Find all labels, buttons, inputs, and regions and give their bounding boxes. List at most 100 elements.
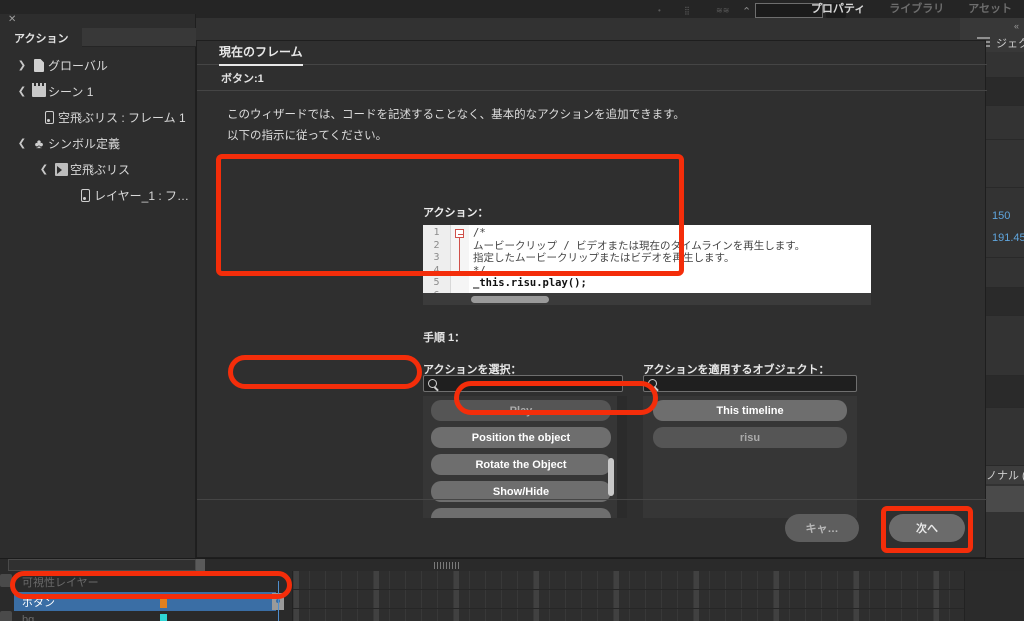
panel-row [986, 258, 1024, 288]
toolbar-wave-icon[interactable]: ≋≋ [716, 7, 729, 15]
search-icon [428, 379, 437, 388]
clover-icon: ♣ [34, 135, 44, 151]
timeline-row-label: bg [22, 613, 35, 621]
description-line-2: 以下の指示に従ってください。 [227, 130, 388, 142]
panel-row [986, 376, 1024, 408]
timeline-layer-list: 可視性レイヤー ボタン bg [0, 559, 292, 621]
tab-properties[interactable]: プロパティ [799, 0, 877, 18]
description-line-1: このウィザードでは、コードを記述することなく、基本的なアクションを追加できます。 [227, 109, 685, 121]
tab-asset[interactable]: アセット [956, 0, 1024, 18]
tree-item-label: シンボル定義 [48, 136, 121, 151]
timeline-row-label: 可視性レイヤー [22, 576, 99, 589]
scene-film-icon [30, 82, 48, 97]
line-number: 2 [433, 239, 440, 251]
code-line: ムービークリップ / ビデオまたは現在のタイムラインを再生します。 [473, 239, 806, 252]
panel-row [986, 78, 1024, 106]
scrollbar-thumb[interactable] [471, 296, 549, 303]
action-search-field[interactable] [423, 375, 623, 392]
chevron-right-icon[interactable]: ❯ [14, 60, 30, 71]
dialog-footer: キャ… 次へ [197, 499, 987, 557]
list-item[interactable]: Rotate the Object [431, 454, 611, 475]
scrollbar-thumb[interactable] [608, 458, 614, 496]
tree-item-symbol[interactable]: ❮ 空飛ぶリス [14, 156, 196, 182]
fold-collapse-icon[interactable] [455, 229, 464, 238]
chevron-down-icon[interactable]: ❮ [36, 164, 52, 175]
app-window: • ⣿ ≋≋ ⌃ プロパティ ライブラリ アセット « ジェク 150 191.… [0, 0, 1024, 621]
action-code-editor[interactable]: 1 2 3 4 5 6 /* ムービークリップ / ビデオまたは現在のタイムライ… [423, 225, 871, 305]
panel-value[interactable]: 150 [992, 210, 1010, 222]
toolbar-shape-icon[interactable]: ⣿ [684, 7, 690, 15]
timeline-name-knob[interactable] [196, 559, 205, 571]
panel-section-body [986, 486, 1024, 512]
panel-row [986, 316, 1024, 376]
tree-item-label: 空飛ぶリス : フレーム 1 [58, 110, 186, 125]
top-tab-bar: プロパティ ライブラリ アセット [799, 0, 1024, 18]
timeline-row[interactable]: 可視性レイヤー [14, 572, 276, 591]
chevron-down-icon[interactable]: ❮ [14, 86, 30, 97]
list-item[interactable]: risu [653, 427, 847, 448]
timeline-frame-grid[interactable] [292, 571, 965, 621]
chevron-double-left-icon[interactable]: « [1014, 21, 1019, 31]
close-icon[interactable]: ✕ [8, 15, 16, 25]
line-number: 1 [433, 227, 440, 238]
code-horizontal-scrollbar[interactable] [423, 293, 871, 305]
keyframe-marker[interactable] [160, 614, 167, 621]
timeline-row[interactable]: bg [14, 610, 276, 621]
symbol-icon [52, 162, 70, 176]
list-item[interactable]: This timeline [653, 400, 847, 421]
actions-panel: ✕ アクション ❯ グローバル ❮ シーン 1 空飛ぶリス : フレーム 1 ❮… [0, 14, 196, 559]
next-button[interactable]: 次へ [889, 514, 965, 542]
timeline-name-field[interactable] [8, 559, 196, 571]
code-line: /* [473, 227, 486, 239]
object-search-input[interactable] [657, 377, 856, 390]
panel-row [986, 140, 1024, 188]
timeline-grid-tail [964, 571, 1024, 621]
dialog-subheader: ボタン:1 [197, 66, 987, 91]
frame-icon [40, 110, 58, 124]
dialog-description: このウィザードでは、コードを記述することなく、基本的なアクションを追加できます。… [227, 105, 957, 147]
action-code-label: アクション： [423, 207, 489, 219]
layer-type-icon [0, 574, 12, 587]
chevron-up-icon[interactable]: ⌃ [742, 5, 751, 18]
panel-value[interactable]: 191.45 [992, 232, 1024, 244]
action-search-input[interactable] [437, 377, 622, 390]
list-item[interactable]: Play [431, 400, 611, 421]
tree-item-label: 空飛ぶリス [70, 162, 131, 177]
tree-item-label: グローバル [48, 58, 108, 73]
object-search-field[interactable] [643, 375, 857, 392]
cancel-button[interactable]: キャ… [785, 514, 859, 542]
tree-item-scene[interactable]: ❮ シーン 1 [14, 78, 196, 104]
action-wizard-dialog: 現在のフレーム ボタン:1 このウィザードでは、コードを記述することなく、基本的… [196, 40, 987, 558]
tree-item-frame[interactable]: 空飛ぶリス : フレーム 1 [14, 104, 196, 130]
tab-current-frame[interactable]: 現在のフレーム [219, 43, 303, 66]
fold-range-line [459, 238, 465, 272]
timeline-playhead[interactable] [278, 581, 279, 621]
timeline-row[interactable]: ボタン [14, 592, 276, 611]
tree-item-label: シーン 1 [48, 84, 94, 99]
dialog-tab-bar: 現在のフレーム [197, 41, 987, 66]
keyframe-marker[interactable] [160, 594, 167, 608]
toolbar-dot-icon[interactable]: • [658, 7, 661, 15]
search-icon [648, 379, 657, 388]
code-line: _this.risu.play(); [473, 277, 587, 289]
line-number: 4 [433, 264, 440, 276]
layer-type-icon [0, 611, 12, 621]
panel-row [986, 408, 1024, 466]
tree-item-symbol-definitions[interactable]: ❮ ♣ シンボル定義 [14, 130, 196, 156]
code-line: */ [473, 264, 486, 277]
step-label: 手順 1： [423, 332, 466, 344]
timeline-panel: 可視性レイヤー ボタン bg [0, 558, 1024, 621]
line-number: 3 [433, 252, 440, 263]
tree-item-global[interactable]: ❯ グローバル [14, 52, 196, 78]
tab-actions[interactable]: アクション [0, 28, 83, 47]
tree-item-label: レイヤー_1 : フ… [94, 188, 189, 203]
frame-icon [76, 188, 94, 202]
tree-item-layer-frame[interactable]: レイヤー_1 : フ… [14, 182, 196, 208]
list-item[interactable]: Position the object [431, 427, 611, 448]
tab-library[interactable]: ライブラリ [877, 0, 956, 18]
code-line: 指定したムービークリップまたはビデオを再生します。 [473, 252, 735, 264]
panel-tab-bar: アクション [0, 28, 196, 47]
chevron-down-icon[interactable]: ❮ [14, 138, 30, 149]
line-number: 5 [433, 277, 440, 288]
panel-row [986, 288, 1024, 316]
